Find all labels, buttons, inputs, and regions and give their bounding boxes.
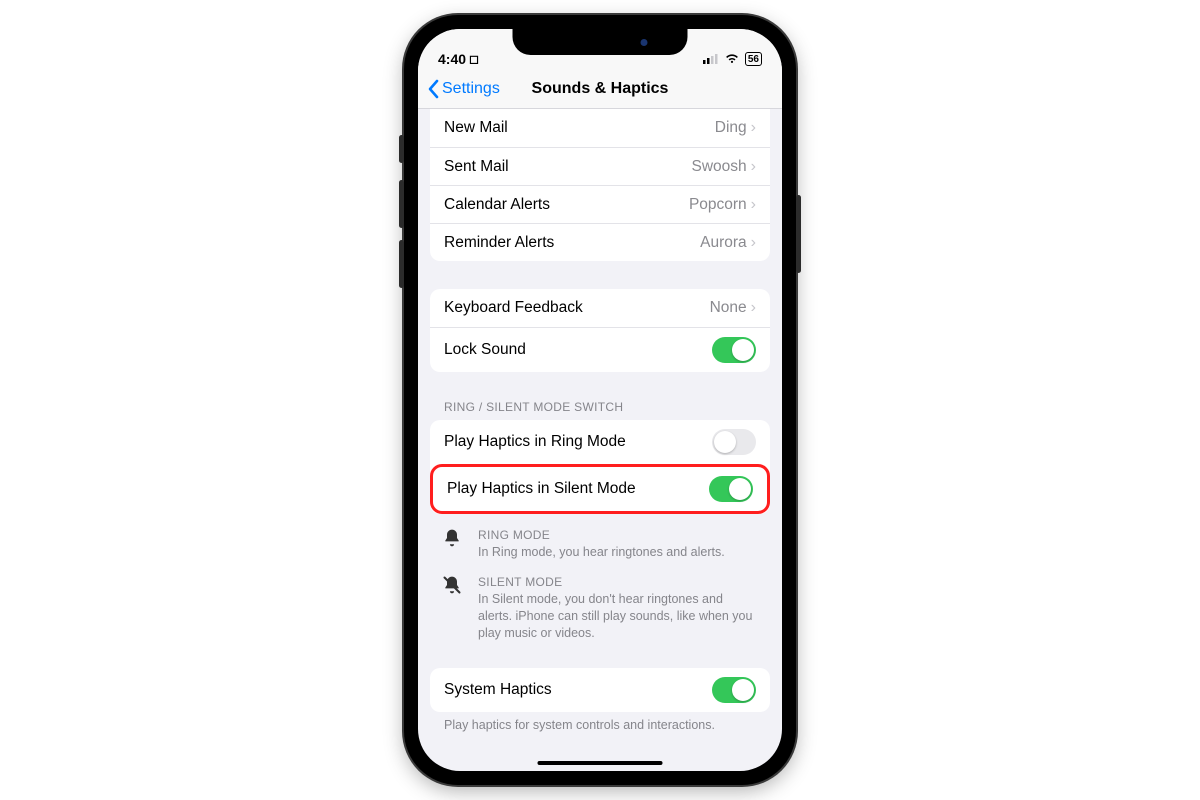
explain-title: RING MODE	[478, 528, 725, 542]
screen: 4:40 ◻ 56 Settings Sounds & Hapt	[418, 29, 782, 771]
section-header-ring-silent: RING / SILENT MODE SWITCH	[444, 400, 756, 414]
notch	[513, 29, 688, 55]
toggle-haptics-ring[interactable]	[712, 429, 756, 455]
row-label: Play Haptics in Silent Mode	[447, 480, 636, 498]
row-value: None	[710, 299, 747, 317]
sounds-group: New Mail Ding› Sent Mail Swoosh› Calenda…	[430, 109, 770, 261]
status-time: 4:40	[438, 51, 466, 67]
orientation-lock-icon: ◻	[469, 52, 479, 66]
wifi-icon	[724, 51, 740, 67]
row-label: System Haptics	[444, 681, 552, 699]
bell-icon	[442, 528, 464, 561]
row-reminder-alerts[interactable]: Reminder Alerts Aurora›	[430, 223, 770, 261]
chevron-right-icon: ›	[751, 196, 756, 214]
chevron-right-icon: ›	[751, 234, 756, 252]
home-indicator[interactable]	[538, 761, 663, 766]
page-title: Sounds & Haptics	[532, 80, 669, 98]
row-calendar-alerts[interactable]: Calendar Alerts Popcorn›	[430, 185, 770, 223]
row-label: New Mail	[444, 119, 508, 137]
toggle-lock-sound[interactable]	[712, 337, 756, 363]
cellular-icon	[703, 51, 719, 67]
row-value: Ding	[715, 119, 747, 137]
row-haptics-ring-mode: Play Haptics in Ring Mode	[430, 420, 770, 464]
explain-desc: In Ring mode, you hear ringtones and ale…	[478, 544, 725, 561]
row-haptics-silent-mode: Play Haptics in Silent Mode	[430, 464, 770, 514]
row-label: Keyboard Feedback	[444, 299, 583, 317]
chevron-right-icon: ›	[751, 119, 756, 137]
back-label: Settings	[442, 80, 500, 98]
explain-desc: In Silent mode, you don't hear ringtones…	[478, 591, 758, 642]
explain-silent-mode: SILENT MODE In Silent mode, you don't he…	[442, 575, 758, 642]
back-button[interactable]: Settings	[426, 69, 500, 108]
bell-slash-icon	[442, 575, 464, 642]
system-haptics-group: System Haptics	[430, 668, 770, 712]
chevron-right-icon: ›	[751, 299, 756, 317]
toggle-haptics-silent[interactable]	[709, 476, 753, 502]
row-lock-sound: Lock Sound	[430, 327, 770, 372]
row-label: Reminder Alerts	[444, 234, 554, 252]
row-label: Lock Sound	[444, 341, 526, 359]
row-label: Play Haptics in Ring Mode	[444, 433, 626, 451]
row-value: Swoosh	[692, 158, 747, 176]
row-label: Calendar Alerts	[444, 196, 550, 214]
content-scroll[interactable]: New Mail Ding› Sent Mail Swoosh› Calenda…	[418, 109, 782, 771]
iphone-frame: 4:40 ◻ 56 Settings Sounds & Hapt	[404, 15, 796, 785]
row-new-mail[interactable]: New Mail Ding›	[430, 109, 770, 147]
haptics-group: Play Haptics in Ring Mode Play Haptics i…	[430, 420, 770, 514]
row-value: Aurora	[700, 234, 747, 252]
nav-bar: Settings Sounds & Haptics	[418, 69, 782, 109]
row-value: Popcorn	[689, 196, 747, 214]
chevron-left-icon	[426, 79, 440, 99]
explain-title: SILENT MODE	[478, 575, 758, 589]
row-keyboard-feedback[interactable]: Keyboard Feedback None›	[430, 289, 770, 327]
chevron-right-icon: ›	[751, 158, 756, 176]
row-label: Sent Mail	[444, 158, 509, 176]
battery-indicator: 56	[745, 52, 762, 66]
toggle-system-haptics[interactable]	[712, 677, 756, 703]
row-system-haptics: System Haptics	[430, 668, 770, 712]
row-sent-mail[interactable]: Sent Mail Swoosh›	[430, 147, 770, 185]
system-haptics-note: Play haptics for system controls and int…	[444, 718, 756, 732]
feedback-group: Keyboard Feedback None› Lock Sound	[430, 289, 770, 372]
explain-ring-mode: RING MODE In Ring mode, you hear rington…	[442, 528, 758, 561]
